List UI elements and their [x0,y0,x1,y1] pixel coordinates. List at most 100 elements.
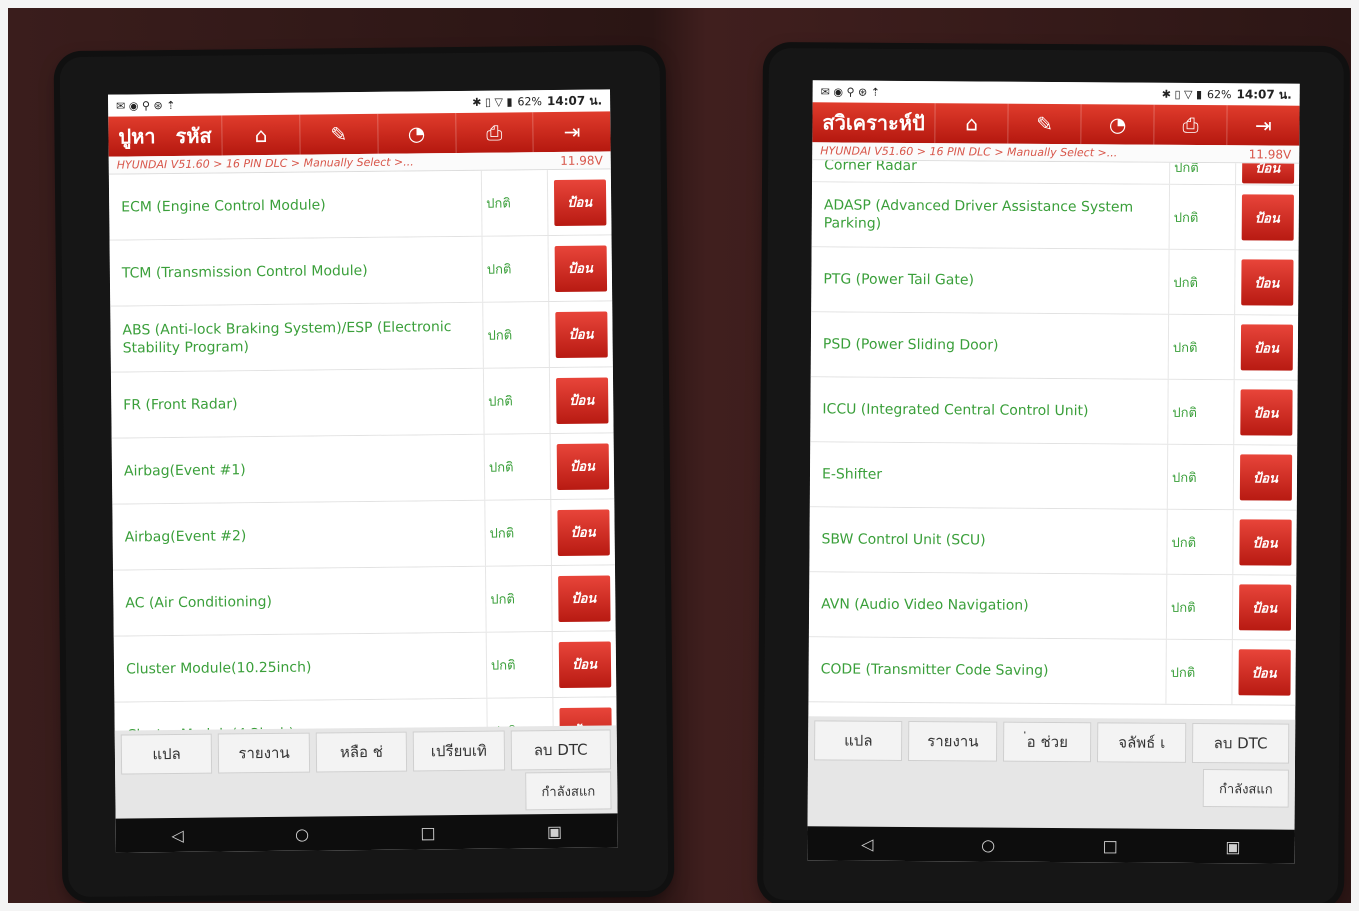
translate-button[interactable]: แปล [120,733,213,775]
android-nav-bar: ◁ ○ □ ▣ [807,826,1295,864]
home-icon[interactable]: ⌂ [934,103,1008,144]
system-name: E-Shifter [821,466,883,483]
enter-button[interactable]: ป้อน [555,376,608,424]
app-toolbar: ปูหา รหัส ⌂ ✎ ◔ ⎙ ⇥ [108,111,611,157]
clock: 14:07 น. [546,92,603,108]
list-item: Cluster Module(10.25inch) ปกติ ป้อน [113,631,617,703]
list-item: ECM (Engine Control Module) ปกติ ป้อน [108,169,612,241]
system-status: ปกติ [481,236,549,302]
list-item: ICCU (Integrated Central Control Unit) ปก… [810,377,1298,446]
tab-analysis[interactable]: สวิเคราะห์ปั [812,102,935,143]
help-button[interactable]: หลือ ช่ [315,731,408,773]
system-name: Airbag(Event #1) [123,461,246,480]
app-toolbar: สวิเคราะห์ปั ⌂ ✎ ◔ ⎙ ⇥ [812,102,1300,146]
clear-dtc-button[interactable]: ลบ DTC [510,729,612,771]
home-nav-icon[interactable]: ○ [295,824,309,843]
system-status: ปกติ [482,368,550,434]
enter-button[interactable]: ป้อน [553,178,606,226]
enter-button[interactable]: ป้อน [1238,584,1291,631]
clear-dtc-button[interactable]: ลบ DTC [1191,722,1290,764]
enter-button[interactable]: ป้อน [558,640,611,688]
compare-button[interactable]: เปรียบเทิ [412,730,505,772]
exit-icon[interactable]: ⇥ [1226,105,1300,146]
user-icon[interactable]: ◔ [376,113,456,154]
translate-button[interactable]: แปล [814,720,903,761]
system-name: PSD (Power Sliding Door) [822,336,999,354]
breadcrumb-path: HYUNDAI V51.60 > 16 PIN DLC > Manually S… [116,155,414,172]
system-name: Airbag(Event #2) [124,527,247,546]
system-name: FR (Front Radar) [123,395,238,414]
system-name: TCM (Transmission Control Module) [121,262,368,282]
system-name: ECM (Engine Control Module) [121,196,326,216]
list-item: Airbag(Event #2) ปกติ ป้อน [112,499,615,571]
bottom-toolbar: แปล รายงาน ่อ ช่วย จลัพธ์ เ ลบ DTC กำลัง… [807,716,1296,830]
home-nav-icon[interactable]: ○ [981,835,995,854]
scanning-button[interactable]: กำลังสแก [1202,769,1289,808]
system-list: Corner Radar ปกติ ป้อน ADASP (Advanced Dri… [808,160,1300,763]
enter-button[interactable]: ป้อน [1237,649,1291,696]
system-status: ปกติ [484,566,552,632]
recents-icon[interactable]: □ [420,823,435,842]
tab-search[interactable]: ปูหา [108,116,166,157]
result-button[interactable]: จลัพธ์ เ [1097,722,1187,763]
battery-voltage: 11.98V [560,152,603,168]
report-button[interactable]: รายงาน [218,732,310,774]
screenshot-icon[interactable]: ▣ [547,821,562,840]
enter-button[interactable]: ป้อน [1239,389,1293,436]
battery-voltage: 11.98V [1248,146,1292,162]
system-status: ปกติ [485,632,553,698]
list-item: AVN (Audio Video Navigation) ปกติ ป้อน [808,572,1297,641]
system-status: ปกติ [484,500,551,566]
system-list: ECM (Engine Control Module) ปกติ ป้อน TCM … [108,169,617,755]
screenshot-icon[interactable]: ▣ [1225,837,1240,856]
enter-button[interactable]: ป้อน [1241,160,1294,184]
enter-button[interactable]: ป้อน [554,244,607,292]
notification-icons: ✉ ◉ ⚲ ⊛ ⇡ [820,84,881,99]
back-icon[interactable]: ◁ [171,825,184,844]
right-screen: ✉ ◉ ⚲ ⊛ ⇡ ✱ ▯ ▽ ▮ 62% 14:07 น. สวิเคราะห… [807,80,1300,864]
list-item: PTG (Power Tail Gate) ปกติ ป้อน [811,247,1299,316]
print-icon[interactable]: ⎙ [454,112,533,154]
system-status: ปกติ [482,302,549,368]
system-status: ปกติ [1166,509,1233,575]
tab-code[interactable]: รหัส [165,115,222,156]
print-icon[interactable]: ⎙ [1153,104,1227,146]
enter-button[interactable]: ป้อน [554,310,608,358]
system-name: ICCU (Integrated Central Control Unit) [822,401,1089,420]
exit-icon[interactable]: ⇥ [532,111,611,153]
system-status: ปกติ [1167,314,1235,380]
home-icon[interactable]: ⌂ [221,114,300,156]
enter-button[interactable]: ป้อน [556,508,610,556]
list-item: PSD (Power Sliding Door) ปกติ ป้อน [810,312,1299,381]
edit-icon[interactable]: ✎ [299,113,378,155]
android-nav-bar: ◁ ○ □ ▣ [115,813,618,853]
enter-button[interactable]: ป้อน [1241,194,1294,241]
battery-level: 62% [1207,87,1232,101]
system-status: ปกติ [1168,184,1236,250]
enter-button[interactable]: ป้อน [557,574,611,622]
system-name: ABS (Anti-lock Braking System)/ESP (Elec… [122,318,452,357]
system-name: AC (Air Conditioning) [125,593,273,612]
system-status: ปกติ [1165,574,1233,640]
back-icon[interactable]: ◁ [861,834,873,853]
scanning-button[interactable]: กำลังสแก [525,771,612,811]
list-item: ABS (Anti-lock Braking System)/ESP (Elec… [110,301,613,373]
edit-icon[interactable]: ✎ [1007,103,1081,145]
list-item: FR (Front Radar) ปกติ ป้อน [110,367,614,439]
system-name: AVN (Audio Video Navigation) [821,596,1029,614]
battery-level: 62% [517,94,543,108]
user-icon[interactable]: ◔ [1080,104,1154,145]
system-status: ปกติ [1165,639,1232,705]
enter-button[interactable]: ป้อน [1240,324,1293,371]
enter-button[interactable]: ป้อน [1239,454,1292,501]
help-button[interactable]: ่อ ช่วย [1002,721,1092,763]
enter-button[interactable]: ป้อน [1238,519,1292,566]
list-item: Airbag(Event #1) ปกติ ป้อน [111,433,615,505]
enter-button[interactable]: ป้อน [556,442,609,490]
system-name: SBW Control Unit (SCU) [821,531,986,549]
list-item: E-Shifter ปกติ ป้อน [809,442,1298,511]
system-status: ปกติ [1168,249,1235,315]
report-button[interactable]: รายงาน [908,720,998,762]
enter-button[interactable]: ป้อน [1240,259,1294,306]
recents-icon[interactable]: □ [1103,836,1118,855]
